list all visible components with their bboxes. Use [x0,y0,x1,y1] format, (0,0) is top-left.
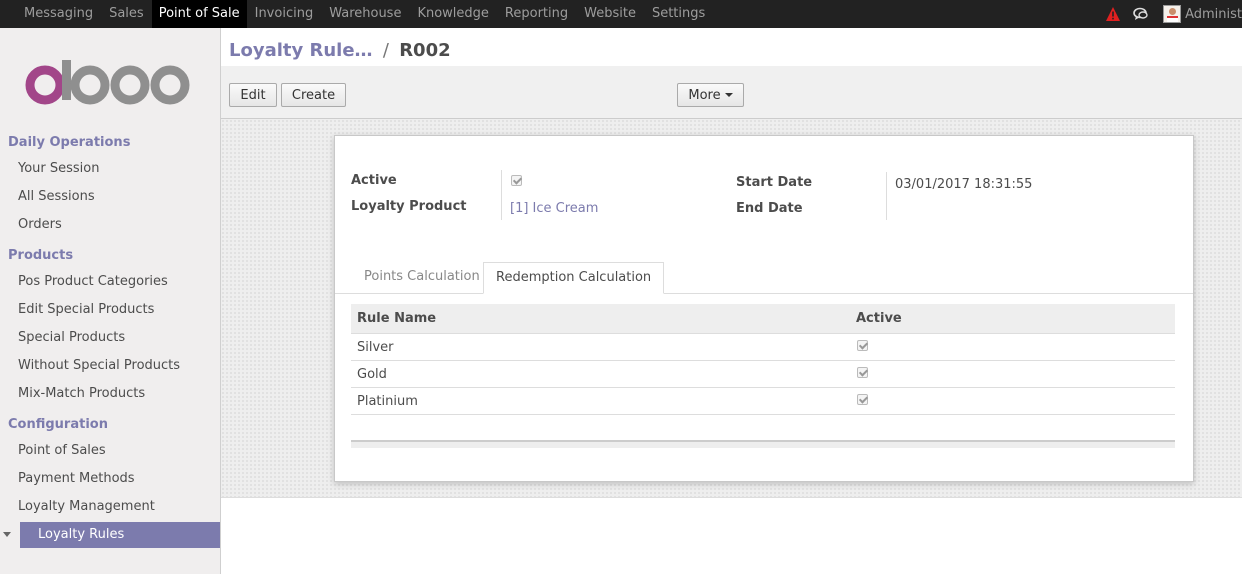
sidebar: Daily Operations Your Session All Sessio… [0,28,221,574]
table-header: Rule Name Active [351,304,1175,334]
active-label: Active [351,173,397,188]
breadcrumb-parent[interactable]: Loyalty Rule… [229,40,373,61]
start-date-label: Start Date [736,175,813,190]
section-daily-operations: Daily Operations [8,135,131,150]
notebook-tabs: Points Calculation Redemption Calculatio… [335,262,1193,294]
table-row[interactable]: Platinium [351,388,1175,415]
table-footer [351,440,1175,448]
sidebar-item-all-sessions[interactable]: All Sessions [18,189,95,204]
create-button[interactable]: Create [281,83,346,107]
more-button[interactable]: More [677,83,744,107]
section-products: Products [8,248,74,263]
active-checkbox [857,367,868,378]
user-name[interactable]: Administ [1185,7,1242,22]
more-label: More [688,87,721,103]
sidebar-item-loyalty-management[interactable]: Loyalty Management [18,499,155,514]
column-rule-name[interactable]: Rule Name [357,311,436,326]
menu-messaging[interactable]: Messaging [16,0,101,28]
column-active[interactable]: Active [856,311,902,326]
tab-points-calculation[interactable]: Points Calculation [352,262,492,294]
breadcrumb-separator: / [382,40,389,61]
sidebar-item-special-products[interactable]: Special Products [18,330,125,345]
menu-sales[interactable]: Sales [101,0,152,28]
sidebar-item-edit-special-products[interactable]: Edit Special Products [18,302,154,317]
active-checkbox[interactable] [511,175,522,186]
rule-name-cell: Gold [357,366,387,382]
menu-settings[interactable]: Settings [644,0,713,28]
loyalty-product-link[interactable]: [1] Ice Cream [510,201,598,216]
loyalty-product-label: Loyalty Product [351,199,467,214]
sidebar-item-orders[interactable]: Orders [18,217,62,232]
active-checkbox [857,340,868,351]
control-panel: Edit Create More [221,66,1242,119]
form-sheet: Active Loyalty Product [1] Ice Cream Sta… [334,135,1194,482]
sidebar-item-your-session[interactable]: Your Session [18,161,100,176]
caret-down-icon[interactable] [3,532,11,537]
user-avatar[interactable] [1163,5,1182,23]
sidebar-item-payment-methods[interactable]: Payment Methods [18,471,135,486]
topbar-right: Administ [1105,0,1242,28]
sidebar-item-point-of-sales[interactable]: Point of Sales [18,443,106,458]
app-menu: Messaging Sales Point of Sale Invoicing … [0,0,713,28]
caret-down-icon [724,93,733,97]
tab-redemption-calculation[interactable]: Redemption Calculation [483,262,665,294]
menu-knowledge[interactable]: Knowledge [409,0,496,28]
sidebar-item-pos-product-categories[interactable]: Pos Product Categories [18,274,168,289]
menu-point-of-sale[interactable]: Point of Sale [151,0,247,28]
top-navbar: Messaging Sales Point of Sale Invoicing … [0,0,1242,28]
field-divider [501,170,502,220]
table-row[interactable]: Silver [351,334,1175,361]
rule-name-cell: Platinium [357,393,418,409]
menu-invoicing[interactable]: Invoicing [247,0,322,28]
table-row[interactable]: Gold [351,361,1175,388]
menu-website[interactable]: Website [576,0,644,28]
sidebar-item-mix-match-products[interactable]: Mix-Match Products [18,386,145,401]
end-date-label: End Date [736,201,803,216]
redemption-rules-table: Rule Name Active Silver Gold Platinium [351,304,1175,448]
sidebar-item-loyalty-rules[interactable]: Loyalty Rules [20,522,220,548]
section-configuration: Configuration [8,417,108,432]
warning-icon[interactable] [1105,6,1121,22]
form-view-background: Active Loyalty Product [1] Ice Cream Sta… [221,119,1242,498]
chat-icon[interactable] [1133,6,1149,22]
field-divider [886,172,887,220]
breadcrumb-current: R002 [399,40,451,61]
start-date-value: 03/01/2017 18:31:55 [895,177,1033,192]
active-checkbox [857,394,868,405]
menu-warehouse[interactable]: Warehouse [321,0,409,28]
sidebar-item-without-special-products[interactable]: Without Special Products [18,358,180,373]
odoo-logo [25,60,190,105]
edit-button[interactable]: Edit [229,83,277,107]
main-area: Loyalty Rule… / R002 Edit Create More Ac… [221,28,1242,574]
rule-name-cell: Silver [357,339,394,355]
menu-reporting[interactable]: Reporting [497,0,576,28]
breadcrumb: Loyalty Rule… / R002 [229,40,451,61]
